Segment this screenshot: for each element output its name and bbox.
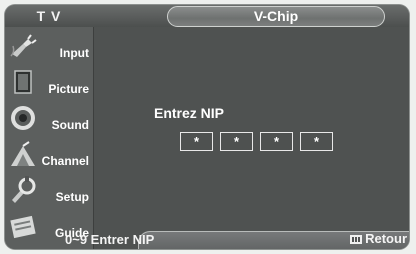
return-label: Retour	[365, 231, 407, 246]
pin-digit-field[interactable]: *	[220, 132, 253, 151]
menu-title: V-Chip	[167, 6, 385, 27]
sidebar-item-label: Sound	[51, 118, 89, 132]
sidebar-item-picture[interactable]: Picture	[5, 65, 93, 101]
speaker-icon	[11, 106, 35, 130]
tv-label: T V	[36, 8, 62, 24]
antenna-icon	[11, 141, 35, 166]
sidebar-item-label: Setup	[55, 190, 89, 204]
osd-panel: T V V-Chip Input Picture Sound Channel S…	[5, 5, 409, 249]
program-guide-icon	[10, 215, 36, 239]
picture-icon	[14, 70, 32, 94]
top-bar: T V V-Chip	[5, 5, 409, 27]
pin-entry-panel: Entrez NIP * * * *	[94, 27, 409, 227]
sidebar-item-channel[interactable]: Channel	[5, 137, 93, 173]
key-hint: 0~9 Entrer NIP	[65, 232, 155, 247]
input-plug-icon	[10, 34, 37, 57]
menu-icon	[350, 235, 363, 244]
sidebar-item-setup[interactable]: Setup	[5, 173, 93, 209]
sidebar-item-sound[interactable]: Sound	[5, 101, 93, 137]
pin-digit-field[interactable]: *	[180, 132, 213, 151]
sidebar-item-label: Channel	[41, 154, 89, 168]
sidebar-menu: Input Picture Sound Channel Setup Guide	[5, 27, 93, 249]
pin-digit-field[interactable]: *	[260, 132, 293, 151]
sidebar-item-label: Picture	[48, 82, 89, 96]
tv-screen: T V V-Chip Input Picture Sound Channel S…	[0, 0, 416, 254]
pin-digit-field[interactable]: *	[300, 132, 333, 151]
sidebar-item-input[interactable]: Input	[5, 29, 93, 65]
return-button[interactable]: Retour	[350, 229, 407, 249]
setup-icon	[12, 176, 36, 203]
sidebar-item-label: Input	[59, 46, 89, 60]
pin-prompt: Entrez NIP	[154, 105, 225, 121]
